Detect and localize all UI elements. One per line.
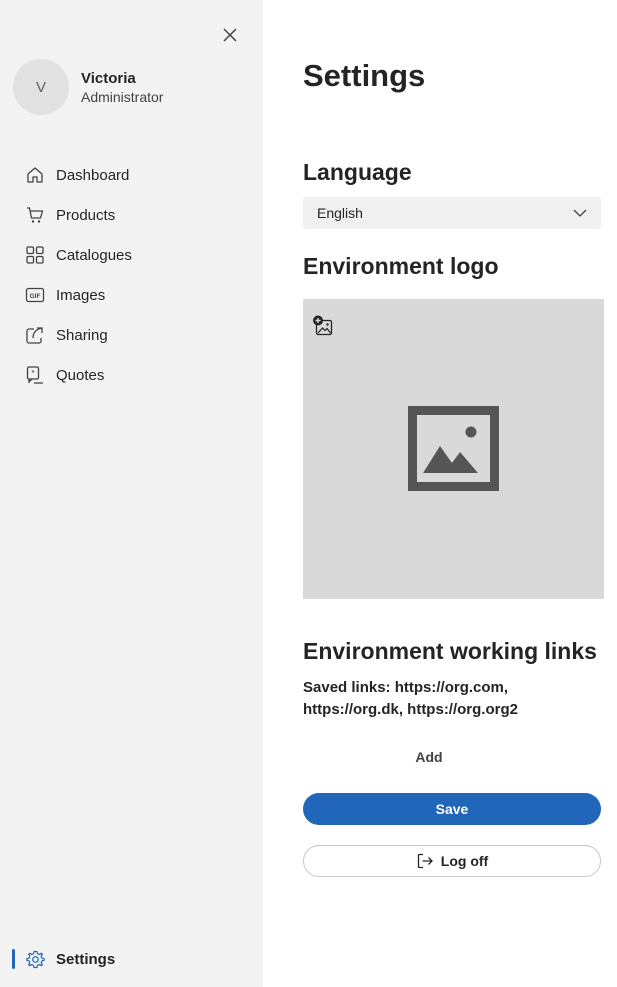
environment-logo-heading: Environment logo [303,253,499,279]
language-select[interactable]: English [303,197,601,229]
grid-icon [24,244,46,266]
home-icon [24,164,46,186]
share-icon [24,324,46,346]
sidebar-item-catalogues[interactable]: Catalogues [0,235,263,275]
user-role: Administrator [81,88,164,105]
user-profile: V Victoria Administrator [13,59,163,115]
add-link-button[interactable]: Add [399,745,459,769]
log-off-button[interactable]: Log off [303,845,601,877]
language-heading: Language [303,159,412,185]
close-sidebar-button[interactable] [219,24,241,46]
svg-text:”: ” [31,371,35,378]
logo-upload-area[interactable] [303,299,604,599]
user-name: Victoria [81,69,136,87]
avatar: V [13,59,69,115]
image-placeholder-icon [408,406,499,491]
language-value: English [317,205,363,221]
working-links-heading: Environment working links [303,638,597,664]
close-icon [223,28,237,42]
save-button[interactable]: Save [303,793,601,825]
add-image-icon [313,315,333,336]
saved-links-text: Saved links: https://org.com, https://or… [303,679,518,718]
sidebar-item-label: Products [56,206,116,224]
sidebar-item-label: Catalogues [56,246,132,264]
chevron-down-icon [573,209,587,217]
gear-icon [24,948,46,970]
quote-icon: ” [24,364,46,386]
sidebar-item-quotes[interactable]: ” Quotes [0,355,263,395]
gif-icon: GIF [24,284,46,306]
sidebar-item-dashboard[interactable]: Dashboard [0,155,263,195]
sidebar-nav: Dashboard Products Catalogues GIF Images… [0,155,263,395]
cart-icon [24,204,46,226]
sidebar: V Victoria Administrator Dashboard Produ… [0,0,263,987]
log-off-label: Log off [440,853,489,869]
sidebar-item-sharing[interactable]: Sharing [0,315,263,355]
sidebar-item-label: Sharing [56,326,108,344]
sidebar-item-label: Quotes [56,366,105,384]
sidebar-item-images[interactable]: GIF Images [0,275,263,315]
sidebar-item-label: Dashboard [56,166,130,184]
sidebar-item-label: Images [56,286,106,304]
svg-text:GIF: GIF [30,293,41,300]
page-title: Settings [303,58,426,93]
sidebar-item-settings[interactable]: Settings [0,939,263,979]
sign-out-icon [416,852,434,870]
add-image-button[interactable] [312,315,334,337]
active-indicator [12,949,15,969]
sidebar-item-products[interactable]: Products [0,195,263,235]
sidebar-item-label: Settings [56,950,116,968]
